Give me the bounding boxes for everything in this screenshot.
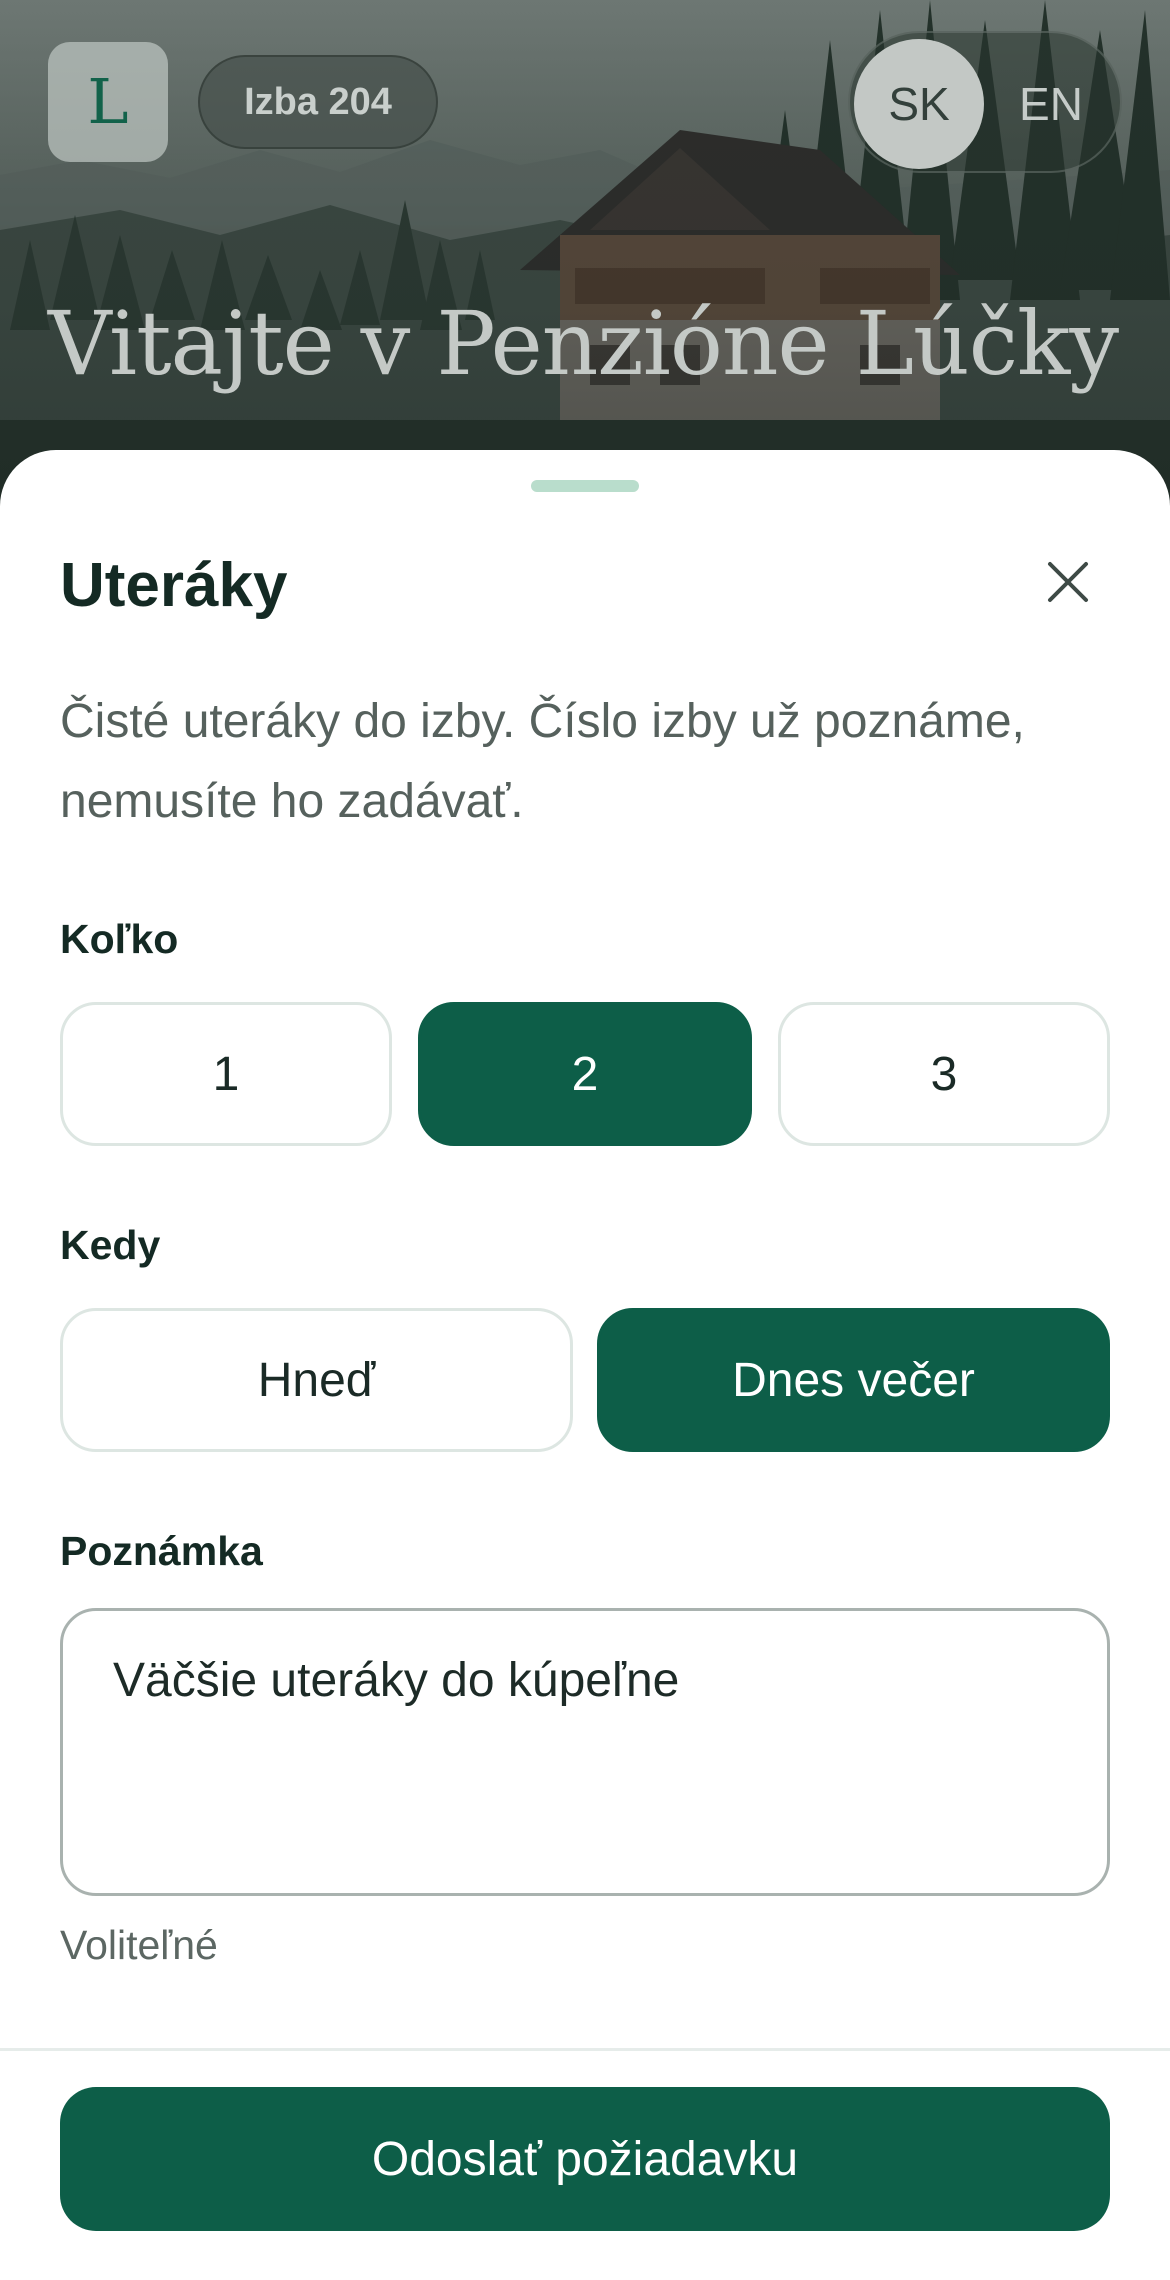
quantity-option-2[interactable]: 2 <box>418 1002 752 1146</box>
logo-letter: L <box>87 65 129 138</box>
sheet-description: Čisté uteráky do izby. Číslo izby už poz… <box>60 695 1025 828</box>
timing-option-now[interactable]: Hneď <box>60 1308 573 1452</box>
welcome-title: Vitajte v Penzióne Lúčky <box>48 292 1119 395</box>
close-icon <box>1048 562 1088 602</box>
sheet-grabber-handle[interactable] <box>531 480 639 492</box>
footer-divider <box>0 2048 1170 2051</box>
quantity-option-1[interactable]: 1 <box>60 1002 392 1146</box>
submit-request-button[interactable]: Odoslať požiadavku <box>60 2087 1110 2231</box>
quantity-label: Koľko <box>60 916 179 962</box>
language-option-en[interactable]: EN <box>986 39 1116 169</box>
language-option-sk[interactable]: SK <box>854 39 984 169</box>
timing-label: Kedy <box>60 1222 161 1268</box>
brand-logo: L <box>48 42 168 162</box>
language-toggle[interactable]: SK EN <box>848 31 1122 173</box>
note-optional-hint: Voliteľné <box>60 1922 218 1968</box>
timing-option-tonight[interactable]: Dnes večer <box>597 1308 1110 1452</box>
sheet-title: Uteráky <box>60 551 288 620</box>
note-label: Poznámka <box>60 1528 263 1574</box>
hero-header: L Izba 204 SK EN Vitajte v Penzióne Lúčk… <box>0 0 1170 520</box>
quantity-option-3[interactable]: 3 <box>778 1002 1110 1146</box>
close-button[interactable] <box>1036 550 1100 614</box>
request-sheet: Uteráky Čisté uteráky do izby. Číslo izb… <box>0 450 1170 2280</box>
note-textarea[interactable]: Väčšie uteráky do kúpeľne <box>60 1608 1110 1896</box>
room-badge: Izba 204 <box>198 55 438 149</box>
